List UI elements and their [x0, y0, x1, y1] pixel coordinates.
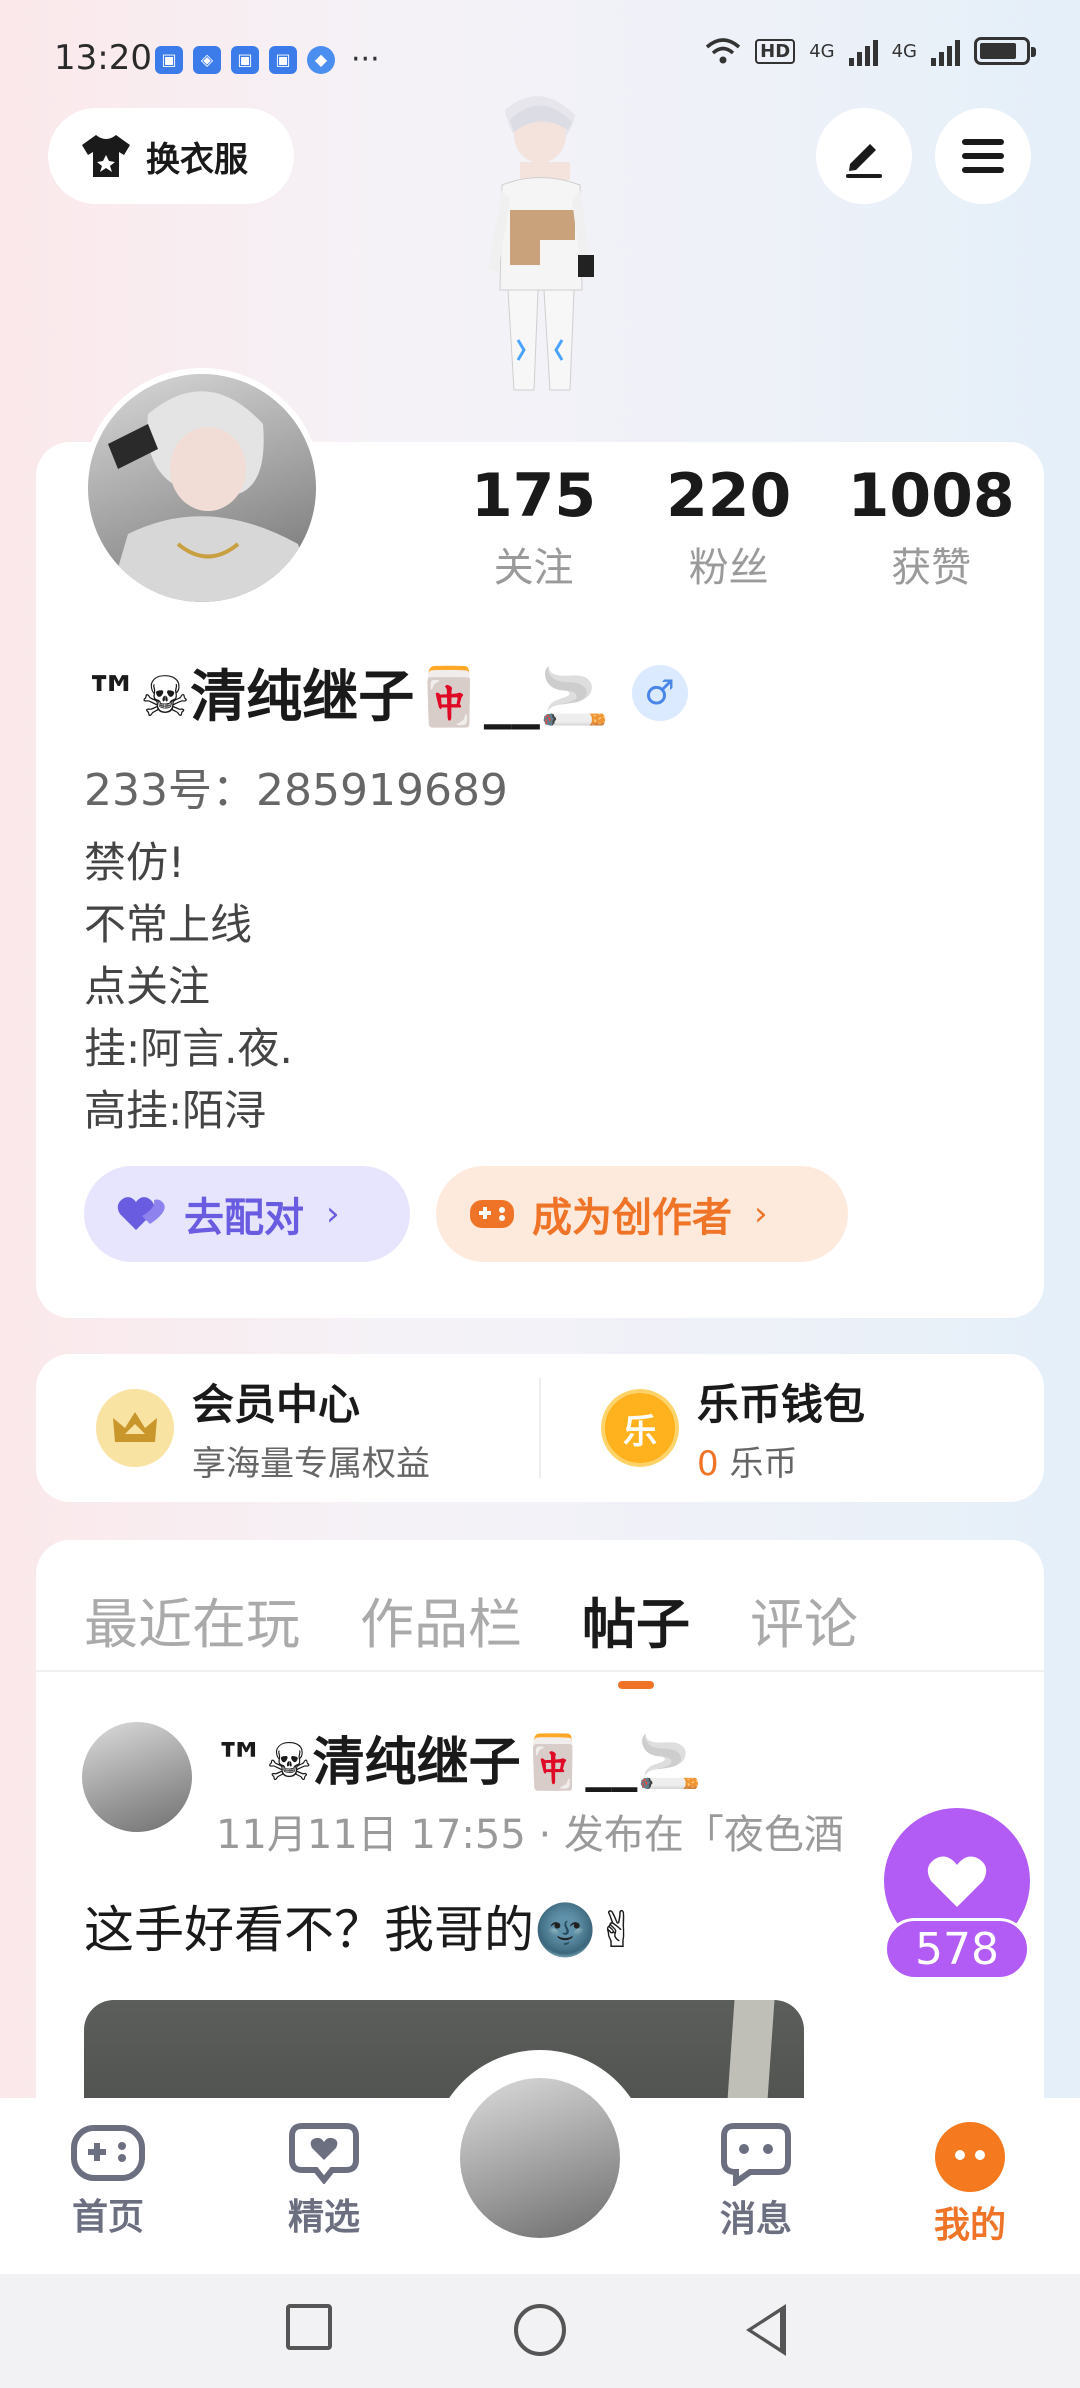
avatar-illustration	[108, 391, 316, 602]
wifi-icon	[706, 38, 741, 64]
menu-icon	[962, 139, 1004, 173]
nickname: ™☠清纯继子🀄__🚬	[84, 665, 610, 730]
member-wallet-card: 会员中心 享海量专属权益 乐 乐币钱包 0 乐币	[36, 1354, 1044, 1502]
message-icon	[721, 2123, 791, 2186]
tab-recently-played[interactable]: 最近在玩	[84, 1580, 300, 1659]
match-label: 去配对	[184, 1195, 304, 1241]
post-meta: 11月11日 17:55 · 发布在「夜色酒	[216, 1812, 844, 1858]
following-count: 175	[470, 461, 597, 531]
chevron-right-icon: ›	[326, 1194, 340, 1234]
avatar-figure[interactable]	[440, 90, 640, 440]
nav-home[interactable]: 首页	[38, 2122, 178, 2240]
likes-label: 获赞	[891, 545, 972, 591]
tab-comments[interactable]: 评论	[750, 1580, 858, 1659]
network-label: 4G	[809, 40, 835, 62]
network-label: 4G	[891, 40, 917, 62]
app-notification-icon: ▣	[269, 45, 297, 74]
like-count: 578	[884, 1918, 1030, 1980]
wallet-amount: 0	[697, 1444, 719, 1484]
wallet-title: 乐币钱包	[697, 1380, 866, 1429]
member-center-title: 会员中心	[192, 1380, 361, 1429]
male-icon: ♂	[631, 664, 688, 721]
hearts-icon	[117, 1197, 165, 1230]
edit-profile-button[interactable]	[816, 108, 912, 204]
tabs-divider	[36, 1670, 1044, 1672]
post-author-avatar[interactable]	[82, 1722, 192, 1832]
status-time: 13:20	[54, 38, 152, 78]
app-notification-icon: ▣	[155, 45, 183, 74]
heart-chat-icon	[289, 2123, 359, 2184]
member-center-entry[interactable]: 会员中心 享海量专属权益	[36, 1371, 539, 1485]
gamepad-icon	[470, 1200, 514, 1228]
followers-count: 220	[666, 461, 792, 531]
nav-messages-label: 消息	[719, 2199, 792, 2240]
heart-icon	[927, 1856, 987, 1907]
nav-home-label: 首页	[71, 2197, 144, 2238]
wallet-unit: 乐币	[729, 1444, 798, 1484]
notification-icons: ▣ ◈ ▣ ▣ ◆ ···	[155, 42, 380, 77]
following-label: 关注	[493, 545, 574, 591]
profile-avatar[interactable]	[82, 368, 322, 608]
tab-posts[interactable]: 帖子	[582, 1580, 690, 1689]
recent-apps-button[interactable]	[286, 2304, 332, 2350]
wallet-entry[interactable]: 乐 乐币钱包 0 乐币	[541, 1371, 1044, 1485]
profile-tabs: 最近在玩 作品栏 帖子 评论	[84, 1580, 858, 1689]
app-notification-icon: ◆	[307, 45, 335, 74]
nav-mine[interactable]: 我的	[900, 2122, 1040, 2248]
nav-center-avatar[interactable]	[456, 2074, 624, 2242]
mine-icon	[935, 2122, 1005, 2192]
menu-button[interactable]	[935, 108, 1031, 204]
back-button[interactable]	[746, 2304, 786, 2356]
app-notification-icon: ▣	[231, 45, 259, 74]
match-button[interactable]: 去配对 ›	[84, 1166, 410, 1262]
profile-avatar-image	[88, 374, 316, 602]
nav-featured-label: 精选	[287, 2197, 360, 2238]
stat-likes[interactable]: 1008 获赞	[826, 457, 1036, 593]
bio-line: 点关注	[84, 962, 211, 1011]
gamepad-icon	[71, 2125, 145, 2181]
nav-featured[interactable]: 精选	[254, 2122, 394, 2240]
member-center-subtitle: 享海量专属权益	[192, 1444, 430, 1484]
more-notifications-icon: ···	[351, 42, 380, 77]
become-creator-button[interactable]: 成为创作者 ›	[436, 1166, 848, 1262]
change-outfit-label: 换衣服	[146, 139, 248, 180]
user-id[interactable]: 233号：285919689	[84, 754, 508, 818]
profile-stats: 175 关注 220 粉丝 1008 获赞	[436, 457, 1036, 593]
stat-followers[interactable]: 220 粉丝	[631, 457, 826, 593]
bio-line: 挂:阿言.夜.	[84, 1024, 293, 1073]
bio-line: 高挂:陌浔	[84, 1086, 267, 1135]
signal-icon	[931, 36, 960, 66]
system-indicators: HD 4G 4G	[705, 36, 1036, 66]
become-creator-label: 成为创作者	[532, 1195, 732, 1241]
stat-following[interactable]: 175 关注	[436, 457, 631, 593]
crown-icon	[96, 1389, 174, 1467]
pen-icon	[846, 144, 882, 178]
tab-works[interactable]: 作品栏	[360, 1580, 522, 1659]
tshirt-icon	[82, 135, 130, 177]
hd-icon: HD	[755, 38, 796, 64]
followers-label: 粉丝	[688, 545, 769, 591]
likes-count: 1008	[847, 461, 1015, 531]
post-author-name[interactable]: ™☠清纯继子🀄__🚬	[214, 1720, 702, 1795]
bio: 禁仿! 不常上线 点关注 挂:阿言.夜. 高挂:陌浔	[84, 832, 293, 1142]
wallet-balance: 0 乐币	[697, 1436, 865, 1485]
bio-line: 禁仿!	[84, 838, 185, 887]
change-outfit-button[interactable]: 换衣服	[48, 108, 294, 204]
nickname-row: ™☠清纯继子🀄__🚬 ♂	[84, 652, 688, 733]
signal-icon	[848, 36, 878, 66]
bio-line: 不常上线	[84, 900, 253, 949]
nav-messages[interactable]: 消息	[686, 2122, 826, 2242]
chevron-right-icon: ›	[754, 1194, 768, 1234]
post-text[interactable]: 这手好看不？我哥的🌚✌	[84, 1890, 638, 1962]
coin-icon: 乐	[601, 1389, 679, 1467]
nav-mine-label: 我的	[933, 2205, 1006, 2246]
home-button[interactable]	[514, 2304, 566, 2356]
battery-icon	[974, 37, 1036, 65]
app-notification-icon: ◈	[193, 45, 221, 74]
